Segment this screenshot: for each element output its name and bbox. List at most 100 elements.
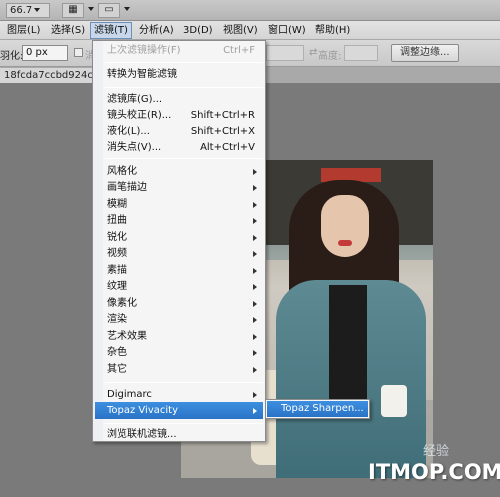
menu-item-artistic[interactable]: 艺术效果	[95, 328, 263, 345]
menu-item-liquify[interactable]: 液化(L)... Shift+Ctrl+X	[95, 123, 263, 140]
menu-item-label: 模糊	[107, 199, 127, 210]
submenu-arrow-icon	[253, 185, 257, 191]
menu-item-label: 像素化	[107, 298, 137, 309]
menu-item-label: 扭曲	[107, 215, 127, 226]
menu-item-brush-strokes[interactable]: 画笔描边	[95, 179, 263, 196]
menu-item-label: 杂色	[107, 347, 127, 358]
screen-mode-icon[interactable]: ▭	[98, 3, 120, 18]
menu-item-filter-gallery[interactable]: 滤镜库(G)...	[95, 91, 263, 108]
submenu-arrow-icon	[253, 235, 257, 241]
menu-item-render[interactable]: 渲染	[95, 311, 263, 328]
submenu-arrow-icon	[253, 408, 257, 414]
photo-face	[321, 195, 369, 257]
menu-3d[interactable]: 3D(D)	[180, 22, 216, 39]
menu-help[interactable]: 帮助(H)	[312, 22, 353, 39]
menu-item-last-filter: 上次滤镜操作(F) Ctrl+F	[95, 42, 263, 59]
watermark-logo: ITMOP.COM	[368, 460, 500, 484]
menu-item-label: 画笔描边	[107, 182, 147, 193]
filter-menu: 上次滤镜操作(F) Ctrl+F 转换为智能滤镜 滤镜库(G)... 镜头校正(…	[92, 40, 266, 442]
menu-layer[interactable]: 图层(L)	[4, 22, 43, 39]
menu-item-convert-smart-filter[interactable]: 转换为智能滤镜	[95, 66, 263, 83]
menu-filter[interactable]: 滤镜(T)	[90, 22, 132, 39]
submenu-arrow-icon	[253, 367, 257, 373]
menu-item-shortcut: Shift+Ctrl+R	[190, 110, 255, 121]
menu-item-pixelate[interactable]: 像素化	[95, 295, 263, 312]
submenu-arrow-icon	[253, 202, 257, 208]
menu-item-label: 消失点(V)...	[107, 142, 162, 153]
height-input[interactable]	[344, 45, 378, 61]
menu-item-digimarc[interactable]: Digimarc	[95, 386, 263, 403]
photo-lips	[338, 240, 352, 246]
menu-item-other[interactable]: 其它	[95, 361, 263, 378]
menu-separator	[105, 87, 263, 88]
menu-item-label: 镜头校正(R)...	[107, 110, 172, 121]
submenu-item-topaz-sharpen[interactable]: Topaz Sharpen...	[267, 401, 368, 417]
menu-separator	[105, 62, 263, 63]
submenu-arrow-icon	[253, 301, 257, 307]
arrange-documents-icon[interactable]: ▦	[62, 3, 84, 18]
menu-item-sharpen[interactable]: 锐化	[95, 229, 263, 246]
menu-item-stylize[interactable]: 风格化	[95, 163, 263, 180]
menu-item-sketch[interactable]: 素描	[95, 262, 263, 279]
submenu-arrow-icon	[253, 218, 257, 224]
menu-item-label: 纹理	[107, 281, 127, 292]
antialias-checkbox[interactable]	[74, 48, 83, 57]
menu-item-shortcut: Alt+Ctrl+V	[200, 142, 255, 153]
refine-edge-button[interactable]: 调整边缘...	[391, 44, 459, 62]
menu-item-vanishing-point[interactable]: 消失点(V)... Alt+Ctrl+V	[95, 139, 263, 156]
menu-item-label: 锐化	[107, 232, 127, 243]
menu-item-browse-filters-online[interactable]: 浏览联机滤镜...	[95, 426, 263, 443]
menu-item-texture[interactable]: 纹理	[95, 278, 263, 295]
zoom-value: 66.7	[10, 5, 33, 16]
chevron-down-icon	[34, 8, 41, 12]
menu-item-label: 视频	[107, 248, 127, 259]
menu-select[interactable]: 选择(S)	[48, 22, 88, 39]
menu-separator	[105, 382, 263, 383]
menu-item-label: Digimarc	[107, 389, 152, 400]
height-label: 高度:	[318, 51, 342, 62]
menu-item-distort[interactable]: 扭曲	[95, 212, 263, 229]
menu-view[interactable]: 视图(V)	[220, 22, 261, 39]
menu-item-lens-correction[interactable]: 镜头校正(R)... Shift+Ctrl+R	[95, 107, 263, 124]
submenu-arrow-icon	[253, 392, 257, 398]
menu-item-label: 素描	[107, 265, 127, 276]
menu-bar: 图层(L) 选择(S) 滤镜(T) 分析(A) 3D(D) 视图(V) 窗口(W…	[0, 21, 500, 40]
menu-separator	[105, 423, 263, 424]
width-input[interactable]	[266, 45, 304, 61]
menu-item-label: 渲染	[107, 314, 127, 325]
menu-separator	[105, 158, 263, 159]
photo-cup	[381, 385, 407, 417]
menu-item-shortcut: Shift+Ctrl+X	[190, 126, 255, 137]
menu-item-shortcut: Ctrl+F	[223, 45, 255, 56]
submenu-arrow-icon	[253, 268, 257, 274]
chevron-down-icon	[86, 4, 94, 19]
menu-item-topaz-vivacity[interactable]: Topaz Vivacity	[95, 402, 263, 419]
feather-input[interactable]: 0 px	[22, 45, 68, 61]
menu-item-label: 转换为智能滤镜	[107, 69, 177, 80]
menu-item-label: 液化(L)...	[107, 126, 150, 137]
application-bar: 66.7 ▦ ▭	[0, 0, 500, 21]
submenu-arrow-icon	[253, 251, 257, 257]
chevron-down-icon	[122, 4, 130, 19]
submenu-arrow-icon	[253, 317, 257, 323]
menu-item-label: Topaz Vivacity	[107, 405, 178, 416]
submenu-arrow-icon	[253, 169, 257, 175]
menu-item-label: 浏览联机滤镜...	[107, 429, 177, 440]
swap-icon[interactable]: ⇄	[309, 47, 317, 58]
menu-item-label: 滤镜库(G)...	[107, 94, 163, 105]
menu-item-blur[interactable]: 模糊	[95, 196, 263, 213]
submenu-arrow-icon	[253, 334, 257, 340]
submenu-arrow-icon	[253, 350, 257, 356]
photo-shirt	[329, 285, 367, 405]
menu-window[interactable]: 窗口(W)	[265, 22, 309, 39]
menu-item-label: 其它	[107, 364, 127, 375]
watermark-secondary: 经验	[423, 444, 450, 459]
menu-item-video[interactable]: 视频	[95, 245, 263, 262]
feather-label: 羽化:	[0, 51, 24, 62]
zoom-level-field[interactable]: 66.7	[6, 3, 50, 18]
menu-analysis[interactable]: 分析(A)	[136, 22, 177, 39]
topaz-vivacity-submenu: Topaz Sharpen...	[265, 399, 370, 419]
menu-item-noise[interactable]: 杂色	[95, 344, 263, 361]
menu-item-label: 上次滤镜操作(F)	[107, 45, 181, 56]
menu-item-label: 风格化	[107, 166, 137, 177]
